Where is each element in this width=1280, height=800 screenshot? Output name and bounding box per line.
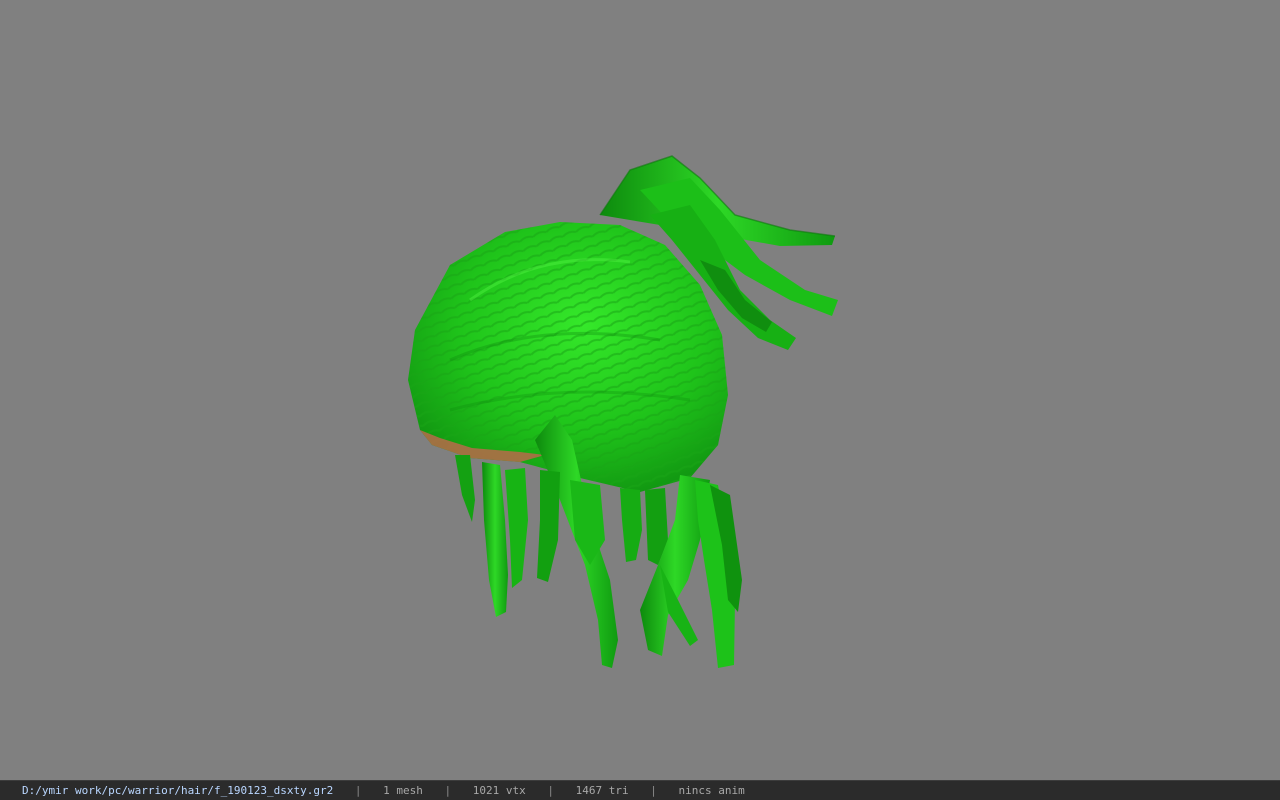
vertex-count-label: 1021 vtx	[472, 784, 526, 797]
status-separator: |	[354, 784, 362, 797]
status-separator: |	[547, 784, 554, 797]
hair-model-render	[408, 155, 838, 668]
3d-viewport[interactable]	[0, 0, 1280, 780]
status-separator: |	[444, 784, 452, 797]
mesh-count-label: 1 mesh	[383, 784, 423, 797]
animation-status-label: nincs anim	[678, 784, 745, 797]
status-bar: D:/ymir work/pc/warrior/hair/f_190123_ds…	[0, 780, 1280, 800]
triangle-count-label: 1467 tri	[575, 784, 629, 797]
file-path-label: D:/ymir work/pc/warrior/hair/f_190123_ds…	[22, 784, 334, 797]
status-separator: |	[650, 784, 657, 797]
